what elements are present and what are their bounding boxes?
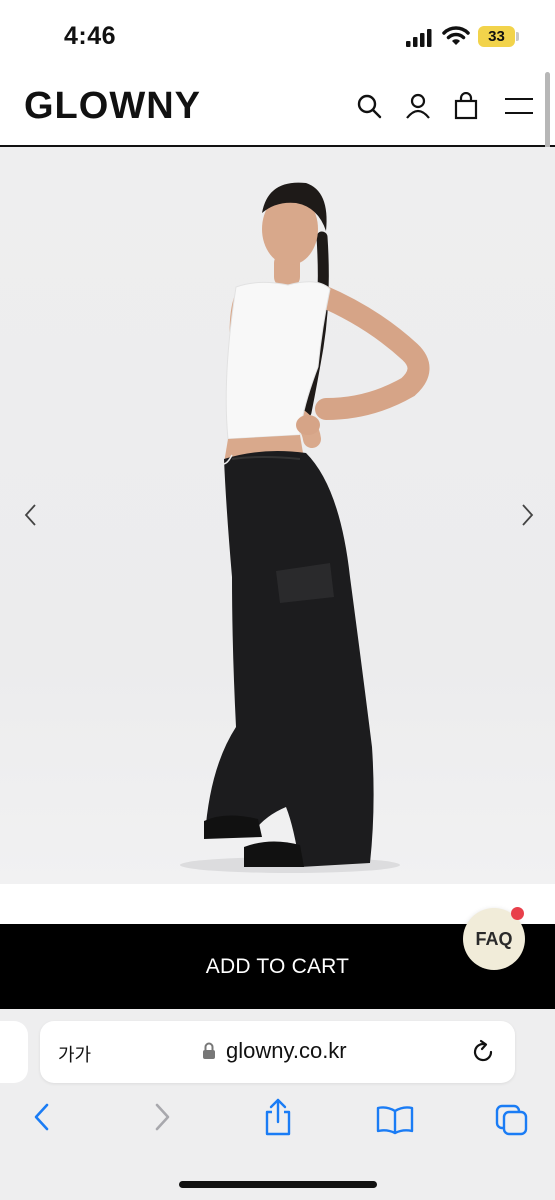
browser-toolbar: 가가 glowny.co.kr (0, 1009, 555, 1200)
search-icon[interactable] (355, 92, 383, 120)
reload-icon[interactable] (470, 1039, 496, 1065)
battery-cap (516, 32, 519, 41)
previous-tab-peek[interactable] (0, 1021, 28, 1083)
url-text: glowny.co.kr (226, 1038, 347, 1063)
back-icon[interactable] (28, 1101, 56, 1133)
battery-icon: 33 (478, 26, 515, 47)
shopping-bag-icon[interactable] (452, 92, 480, 120)
status-bar: 4:46 33 (0, 0, 555, 70)
brand-logo[interactable]: GLOWNY (24, 85, 201, 128)
wifi-icon (442, 26, 470, 45)
faq-notification-dot (511, 907, 524, 920)
site-header: GLOWNY (0, 70, 555, 147)
page: 4:46 33 GLOWNY ADD TO CART FAQ 가가 glowny… (0, 0, 555, 1200)
home-indicator (179, 1181, 377, 1188)
model-photo (180, 182, 430, 873)
menu-icon[interactable] (503, 92, 535, 120)
bookmarks-icon[interactable] (376, 1105, 414, 1135)
text-size-button[interactable]: 가가 (58, 1041, 91, 1067)
account-icon[interactable] (404, 92, 432, 120)
tabs-icon[interactable] (494, 1103, 530, 1137)
address-bar[interactable]: 가가 glowny.co.kr (40, 1021, 515, 1083)
chevron-right-icon[interactable] (512, 497, 542, 533)
share-icon[interactable] (262, 1097, 294, 1137)
lock-icon (203, 1042, 215, 1059)
status-time: 4:46 (64, 22, 117, 50)
forward-icon[interactable] (148, 1101, 176, 1133)
cellular-signal-icon (406, 29, 432, 47)
product-image[interactable] (0, 147, 555, 884)
chevron-left-icon[interactable] (16, 497, 46, 533)
